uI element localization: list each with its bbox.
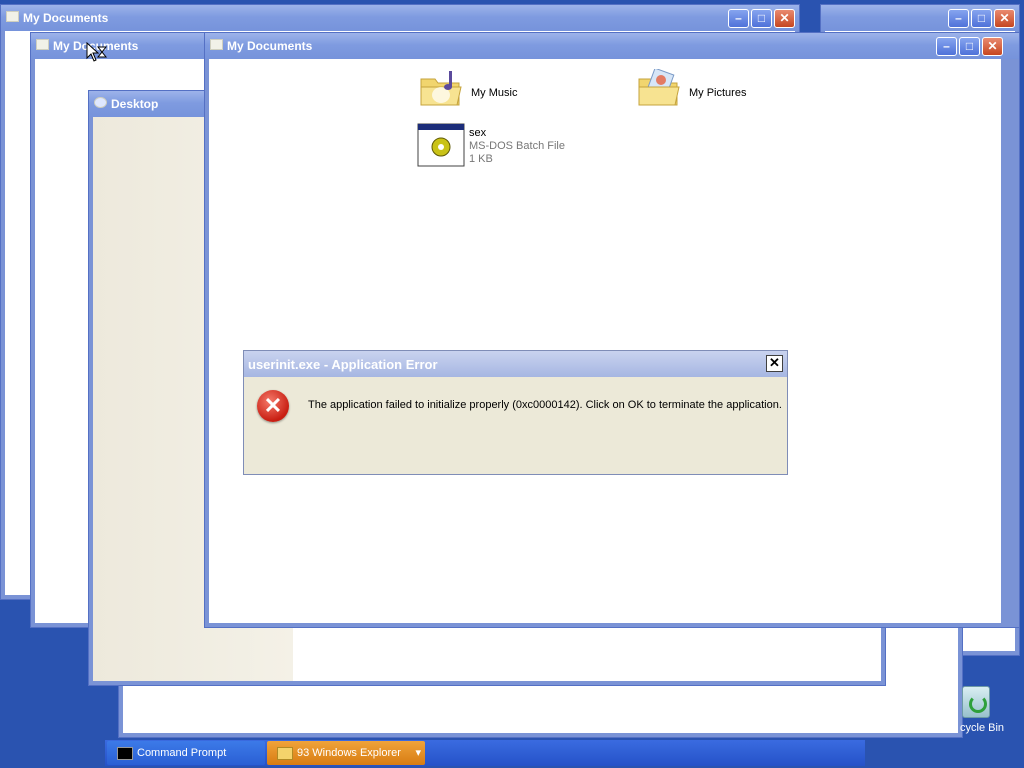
- chevron-down-icon[interactable]: ▾: [415, 741, 421, 765]
- window-titlebar[interactable]: My Documents – □ ✕: [205, 33, 1019, 59]
- busy-cursor-icon: [86, 42, 108, 62]
- taskbar-item-windows-explorer-group[interactable]: 93 Windows Explorer ▾: [267, 741, 425, 765]
- command-prompt-icon: [117, 747, 133, 760]
- music-folder-icon: [420, 71, 462, 106]
- window-titlebar[interactable]: – □ ✕: [821, 5, 1019, 31]
- desktop-window-icon: [94, 97, 107, 108]
- dialog-titlebar[interactable]: userinit.exe - Application Error ✕: [244, 351, 787, 377]
- recycle-bin-icon: [962, 686, 990, 718]
- folder-window-icon: [36, 39, 49, 50]
- folder-window-icon: [6, 11, 19, 22]
- taskbar-item-command-prompt[interactable]: Command Prompt: [107, 741, 265, 765]
- window-title: Desktop: [111, 97, 159, 111]
- error-message: The application failed to initialize pro…: [308, 399, 782, 411]
- pictures-folder-icon: [638, 69, 680, 106]
- minimize-button[interactable]: –: [936, 37, 957, 56]
- folder-content-area: My Music My Pictures sex MS-DOS Batch Fi…: [209, 59, 1001, 623]
- application-error-dialog[interactable]: userinit.exe - Application Error ✕ ✕ The…: [243, 350, 788, 475]
- taskbar-item-label: 93 Windows Explorer: [297, 747, 401, 759]
- folder-icon: [277, 747, 293, 760]
- maximize-button[interactable]: □: [971, 9, 992, 28]
- maximize-button[interactable]: □: [751, 9, 772, 28]
- recycle-bin-desktop-icon[interactable]: cycle Bin: [960, 686, 1024, 740]
- folder-window-icon: [210, 39, 223, 50]
- taskbar-item-label: Command Prompt: [137, 747, 227, 759]
- file-name: sex: [469, 127, 487, 139]
- close-button[interactable]: ✕: [774, 9, 795, 28]
- file-type: MS-DOS Batch File: [469, 140, 565, 152]
- window-title: My Documents: [23, 11, 109, 25]
- file-size: 1 KB: [469, 153, 493, 165]
- close-button[interactable]: ✕: [994, 9, 1015, 28]
- folder-item-label: My Pictures: [689, 87, 747, 99]
- taskbar: Command Prompt 93 Windows Explorer ▾: [105, 740, 865, 766]
- maximize-button[interactable]: □: [959, 37, 980, 56]
- dialog-close-button[interactable]: ✕: [766, 355, 783, 372]
- minimize-button[interactable]: –: [948, 9, 969, 28]
- my-documents-window-front[interactable]: My Documents – □ ✕ My Music My Pictures …: [204, 32, 1020, 628]
- error-icon: ✕: [257, 390, 289, 422]
- recycle-bin-label: cycle Bin: [960, 722, 1005, 734]
- minimize-button[interactable]: –: [728, 9, 749, 28]
- dialog-title: userinit.exe - Application Error: [248, 357, 438, 372]
- window-title: My Documents: [227, 39, 313, 53]
- close-button[interactable]: ✕: [982, 37, 1003, 56]
- window-titlebar[interactable]: My Documents – □ ✕: [1, 5, 799, 31]
- folder-item-label: My Music: [471, 87, 518, 99]
- batch-file-icon: [417, 123, 465, 167]
